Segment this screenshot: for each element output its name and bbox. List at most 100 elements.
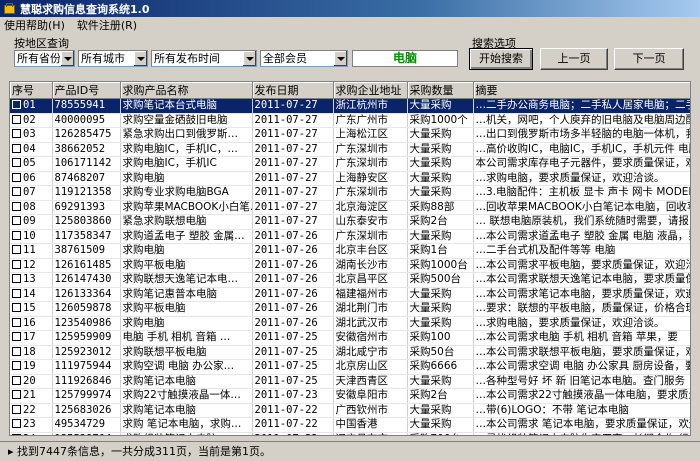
table-row[interactable]: 12 126161485 求购平板电脑 2011-07-26 湖南长沙市 采购1000台…… — [10, 258, 690, 273]
row-checkbox[interactable] — [12, 114, 21, 124]
prev-page-button[interactable]: 上一页 — [540, 48, 608, 70]
table-cell: 广东深圳市 — [333, 185, 408, 201]
table-row[interactable]: 18 125923012 求购联想平板电脑 2011-07-25 湖北咸宁市 采购50台…… — [10, 345, 690, 360]
table-row[interactable]: 03 126285475 紧急求购出口到俄罗斯… 2011-07-27 上海松江区 大量采… — [10, 127, 690, 143]
row-checkbox[interactable] — [12, 317, 21, 327]
row-checkbox[interactable] — [12, 346, 21, 356]
row-checkbox[interactable] — [12, 303, 21, 313]
row-checkbox[interactable] — [12, 404, 21, 414]
table-row[interactable]: 23 49534729 求购 笔记本电脑，求购… 2011-07-22 中国香港 大量采购… — [10, 417, 690, 433]
column-header[interactable]: 求购企业地址 — [333, 82, 408, 99]
column-header[interactable]: 产品ID号 — [52, 82, 121, 99]
row-checkbox[interactable] — [12, 288, 21, 298]
row-checkbox[interactable] — [12, 129, 21, 139]
results-grid[interactable]: 序号 产品ID号 求购产品名称 发布日期 求购企业地址 采购数量 摘要 01 78555941… — [9, 81, 691, 436]
table-row[interactable]: 24 125539704求购组装笔记本电脑2011-07-22辽宁丹东市采购700… — [10, 432, 690, 435]
table-cell: …各种型号好 坏 新 旧笔记本电脑。查门服务 — [473, 374, 690, 389]
table-cell: 126285475 — [52, 127, 121, 143]
row-checkbox[interactable] — [12, 245, 21, 255]
row-index: 08 — [23, 200, 36, 213]
row-checkbox[interactable] — [12, 259, 21, 269]
table-cell: 北京房山区 — [333, 359, 408, 375]
table-cell: 采购6666 — [407, 359, 474, 375]
chevron-down-icon[interactable] — [242, 51, 256, 66]
table-row[interactable]: 11 38761509 求购电脑 2011-07-26 北京丰台区 采购1台 …二手台式机及… — [10, 243, 690, 259]
row-checkbox[interactable] — [12, 100, 21, 110]
table-row[interactable]: 04 38662052 求购电脑IC，手机IC，… 2011-07-27 广东深圳市 大量… — [10, 142, 690, 157]
menu-help[interactable]: 使用帮助(H) — [4, 17, 65, 33]
row-checkbox[interactable] — [12, 433, 21, 435]
row-checkbox[interactable] — [12, 332, 21, 342]
start-search-button[interactable]: 开始搜索 — [469, 48, 533, 70]
menu-register[interactable]: 软件注册(R) — [77, 17, 137, 33]
column-header[interactable]: 序号 — [10, 82, 53, 99]
table-cell: 求购苹果MACBOOK小白笔… — [120, 200, 253, 215]
column-header[interactable]: 发布日期 — [252, 82, 334, 99]
table-row[interactable]: 01 78555941 求购笔记本台式电脑 2011-07-27 浙江杭州市 大量采购 …二… — [10, 98, 690, 114]
table-cell: 广东深圳市 — [333, 142, 408, 157]
table-cell: 大量采购 — [407, 316, 474, 331]
table-row[interactable]: 19 111975944 求购空调 电脑 办公家… 2011-07-25 北京房山区 采购… — [10, 359, 690, 375]
table-cell: 求购道孟电子 塑胶 金属… — [120, 229, 253, 244]
next-page-button[interactable]: 下一页 — [614, 48, 684, 70]
province-select[interactable]: 所有省份 — [14, 50, 75, 67]
table-row[interactable]: 16 123540986 求购电脑 2011-07-26 湖北武汉市 大量采购 …求购电脑，… — [10, 316, 690, 331]
table-row[interactable]: 07 119121358 求购专业求购电脑BGA 2011-07-27 广东深圳市 大量采… — [10, 185, 690, 201]
table-cell: 126161485 — [52, 258, 121, 273]
member-select[interactable]: 全部会员 — [260, 50, 348, 67]
row-index: 05 — [23, 157, 36, 170]
row-index: 22 — [23, 403, 36, 416]
table-cell: 125539704 — [52, 432, 121, 435]
row-checkbox[interactable] — [12, 230, 21, 240]
table-row[interactable]: 22 125683026 求购笔记本电脑 2011-07-22 广西钦州市 大量采购 …带(… — [10, 403, 690, 418]
table-cell: 111975944 — [52, 359, 121, 375]
row-checkbox[interactable] — [12, 216, 21, 226]
row-index-cell: 02 — [10, 113, 53, 128]
row-checkbox[interactable] — [12, 187, 21, 197]
row-checkbox[interactable] — [12, 172, 21, 182]
column-header[interactable]: 采购数量 — [407, 82, 474, 99]
city-select[interactable]: 所有城市 — [78, 50, 148, 67]
row-checkbox[interactable] — [12, 419, 21, 429]
table-row[interactable]: 10 117358347 求购道孟电子 塑胶 金属… 2011-07-26 广东深圳市大… — [10, 229, 690, 244]
app-icon — [3, 2, 16, 15]
table-row[interactable]: 20 111926846 求购笔记本电脑 2011-07-25 天津西青区 大量采购 …各种… — [10, 374, 690, 389]
table-row[interactable]: 13 126147430 求购联想天逸笔记本电… 2011-07-26 北京昌平区 采购5… — [10, 272, 690, 288]
row-checkbox[interactable] — [12, 390, 21, 400]
table-row[interactable]: 17 125959909 电脑 手机 相机 音箱 … 2011-07-25 安徽宿州市采… — [10, 330, 690, 346]
chevron-down-icon[interactable] — [333, 51, 347, 66]
row-index: 03 — [23, 128, 36, 141]
row-index: 07 — [23, 186, 36, 199]
table-row[interactable]: 09 125803860 紧急求购联想电脑 2011-07-27 山东泰安市 采购2台… … — [10, 214, 690, 230]
table-row[interactable]: 02 40000095 求购空量金硒鼓旧电脑 2011-07-27 广东广州市 采购100… — [10, 113, 690, 128]
row-checkbox[interactable] — [12, 361, 21, 371]
table-cell: 38662052 — [52, 142, 121, 157]
table-body: 01 78555941 求购笔记本台式电脑 2011-07-27 浙江杭州市 大量采购 …二… — [10, 98, 690, 435]
table-row[interactable]: 21 125799974 求购22寸触摸液晶一体… 2011-07-23 安徽阜阳市 采购… — [10, 388, 690, 404]
row-checkbox[interactable] — [12, 158, 21, 168]
keyword-input[interactable]: 电脑 — [352, 50, 458, 67]
table-row[interactable]: 14 126133364 求购笔记惠普本电脑 2011-07-26 福建福州市 大量采购…… — [10, 287, 690, 302]
row-checkbox[interactable] — [12, 274, 21, 284]
table-cell: 求购平板电脑 — [120, 258, 253, 273]
table-row[interactable]: 15 126059878 求购平板电脑 2011-07-26 湖北荆门市 大量采购 …要求：… — [10, 301, 690, 317]
table-cell: 求购组装笔记本电脑 — [120, 432, 253, 435]
column-header[interactable]: 求购产品名称 — [120, 82, 253, 99]
row-checkbox[interactable] — [12, 375, 21, 385]
table-cell: 2011-07-27 — [252, 113, 334, 128]
table-row[interactable]: 08 69291393 求购苹果MACBOOK小白笔… 2011-07-27 北京海淀区… — [10, 200, 690, 215]
row-checkbox[interactable] — [12, 143, 21, 153]
table-cell: …本公司需求 笔记本电脑，要求质量保证，欢迎 — [473, 417, 690, 433]
time-select[interactable]: 所有发布时间 — [151, 50, 257, 67]
table-row[interactable]: 05 106171142 求购电脑IC，手机IC 2011-07-27 广东深圳市 大量采… — [10, 156, 690, 172]
row-index: 19 — [23, 360, 36, 373]
table-cell: 浙江杭州市 — [333, 98, 408, 114]
chevron-down-icon[interactable] — [60, 51, 74, 66]
row-checkbox[interactable] — [12, 201, 21, 211]
table-cell: 大量采购 — [407, 287, 474, 302]
table-cell: 采购1台 — [407, 243, 474, 259]
chevron-down-icon[interactable] — [133, 51, 147, 66]
table-row[interactable]: 06 87468207 求购电脑 2011-07-27 上海静安区 大量采购 …求购电脑，要… — [10, 171, 690, 186]
column-header[interactable]: 摘要 — [473, 82, 690, 99]
table-cell: 大量采购 — [407, 301, 474, 317]
